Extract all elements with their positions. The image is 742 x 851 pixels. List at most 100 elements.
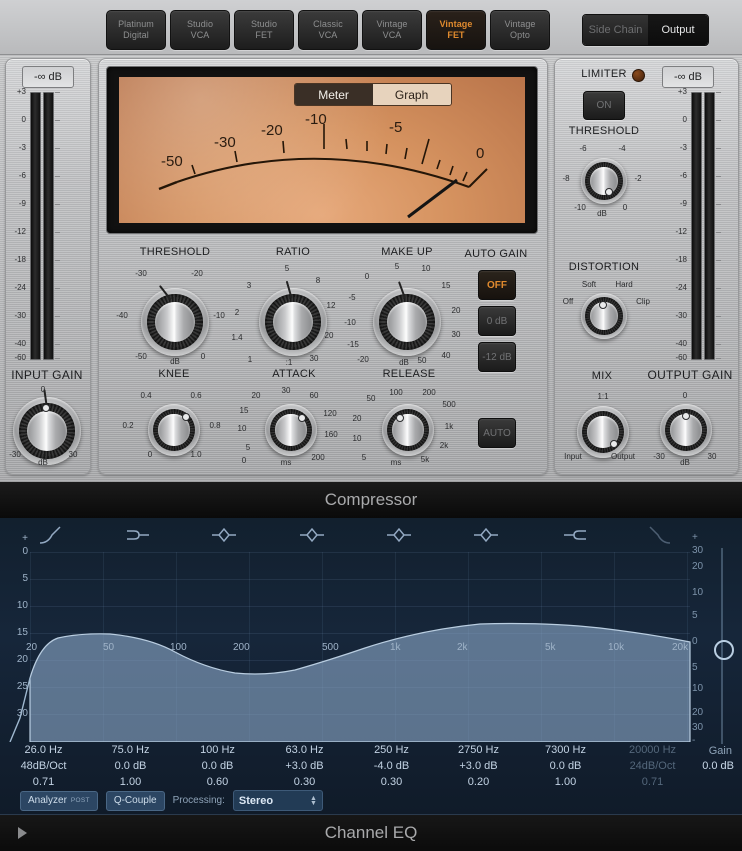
meter-mode-button[interactable]: Meter [294,84,373,105]
vu-tick-3: -10 [305,111,327,128]
eq-band-1-gain[interactable]: 48dB/Oct [0,758,87,774]
output-meter-scale-4: -9 [679,199,687,208]
eq-band-3-peak-icon[interactable] [210,525,238,550]
auto-gain-option-2[interactable]: -12 dB [478,342,516,372]
eq-gain-slider[interactable] [714,548,734,744]
eq-band-6-peak-icon[interactable] [472,525,500,550]
knee-knob[interactable] [148,404,200,456]
eq-band-5-gain[interactable]: -4.0 dB [348,758,435,774]
eq-band-6-gain[interactable]: +3.0 dB [435,758,522,774]
eq-band-5-freq[interactable]: 250 Hz [348,742,435,758]
eq-band-3-freq[interactable]: 100 Hz [174,742,261,758]
eq-freq-tick-5k: 5k [545,642,556,653]
eq-band-3-gain[interactable]: 0.0 dB [174,758,261,774]
input-meter-tick-7 [55,288,60,289]
eq-band-2-lowshelf-icon[interactable] [125,525,153,550]
eq-band-8-lowpass-icon[interactable] [648,525,676,550]
model-tab-vintage-fet[interactable]: Vintage FET [426,10,486,50]
eq-band-7-freq[interactable]: 7300 Hz [522,742,609,758]
attack-knob[interactable] [265,404,317,456]
channel-eq-footer[interactable]: Channel EQ [0,814,742,851]
eq-band-5-peak-icon[interactable] [385,525,413,550]
eq-band-3-q[interactable]: 0.60 [174,774,261,790]
release-tick-5k: 5k [420,455,430,464]
threshold-title: THRESHOLD [139,246,211,258]
ratio-knob[interactable] [259,280,327,356]
meter-graph-toggle[interactable]: Meter Graph [293,83,452,106]
model-tab-studio-fet[interactable]: Studio FET [234,10,294,50]
eq-band-4-gain[interactable]: +3.0 dB [261,758,348,774]
makeup-knob[interactable] [373,281,441,356]
vu-tick-2: -20 [261,122,283,139]
side-chain-button[interactable]: Side Chain [583,15,648,45]
compressor-section: Platinum Digital Studio VCA Studio FET Classic… [0,0,742,482]
auto-release-button[interactable]: AUTO [478,418,516,448]
model-tab-vintage-vca[interactable]: Vintage VCA [362,10,422,50]
release-tick-20: 20 [352,414,362,423]
eq-band-values[interactable]: 26.0 Hz 48dB/Oct 0.71 75.0 Hz 0.0 dB 1.00 100 … [0,742,742,790]
eq-band-2-freq[interactable]: 75.0 Hz [87,742,174,758]
model-tab-vintage-opto[interactable]: Vintage Opto [490,10,550,50]
expand-button[interactable] [8,815,36,851]
model-tab-platinum-digital[interactable]: Platinum Digital [106,10,166,50]
knee-tick-1-0: 1.0 [190,450,202,459]
model-tab-line1: Studio [186,19,214,29]
eq-response-curve[interactable] [0,518,742,742]
eq-band-8-freq[interactable]: 20000 Hz [609,742,696,758]
eq-band-5-q[interactable]: 0.30 [348,774,435,790]
sidechain-output-toggle[interactable]: Side Chain Output [582,14,709,46]
eq-band-4-q[interactable]: 0.30 [261,774,348,790]
eq-band-4-peak-icon[interactable] [298,525,326,550]
mix-tick-output: Output [610,452,635,461]
analyzer-button[interactable]: Analyzer POST [20,790,98,811]
eq-gain-slider-handle[interactable] [714,640,734,660]
release-knob[interactable] [382,404,434,456]
model-tab-studio-vca[interactable]: Studio VCA [170,10,230,50]
eq-band-1-freq[interactable]: 26.0 Hz [0,742,87,758]
output-meter-tick-8 [716,316,721,317]
limiter-threshold-knob[interactable] [581,158,627,204]
model-tab-line1: Vintage [439,19,473,29]
eq-y-left-3: 10 [16,600,28,611]
eq-band-3-values: 100 Hz 0.0 dB 0.60 [174,742,261,790]
ratio-tick-5: 5 [284,264,290,273]
processing-select[interactable]: Stereo ▲ ▼ [232,790,323,811]
output-button[interactable]: Output [648,15,708,45]
eq-band-8-q[interactable]: 0.71 [609,774,696,790]
auto-gain-option-0[interactable]: OFF [478,270,516,300]
eq-freq-tick-20k: 20k [672,642,689,653]
eq-band-8-gain[interactable]: 24dB/Oct [609,758,696,774]
threshold-tick-0: 0 [200,352,206,361]
eq-band-1-highpass-icon[interactable] [38,525,66,550]
compressor-footer[interactable]: Compressor [0,482,742,518]
threshold-knob[interactable] [141,284,209,356]
eq-band-6-freq[interactable]: 2750 Hz [435,742,522,758]
eq-y-right-6: 5 [692,662,698,673]
eq-band-6-q[interactable]: 0.20 [435,774,522,790]
q-couple-button[interactable]: Q-Couple [105,790,165,811]
auto-gain-option-1[interactable]: 0 dB [478,306,516,336]
eq-gain-value[interactable]: 0.0 dB [702,760,734,772]
analyzer-label: Analyzer [28,795,67,806]
output-meter-scale-2: -3 [679,143,687,152]
model-tab-line2: FET [447,30,465,40]
compressor-model-tabs[interactable]: Platinum Digital Studio VCA Studio FET Classic… [106,10,550,50]
vu-meter-display[interactable]: Meter Graph -50 -30 -20 -10 -5 0 [106,66,538,234]
eq-band-7-highshelf-icon[interactable] [560,525,588,550]
limiter-on-button[interactable]: ON [583,91,625,120]
eq-band-1-q[interactable]: 0.71 [0,774,87,790]
release-tick-500: 500 [442,400,456,409]
model-tab-line2: Opto [510,30,530,40]
eq-band-2-q[interactable]: 1.00 [87,774,174,790]
distortion-knob[interactable] [581,293,627,339]
eq-band-7-q[interactable]: 1.00 [522,774,609,790]
eq-band-4-freq[interactable]: 63.0 Hz [261,742,348,758]
graph-mode-button[interactable]: Graph [372,84,451,105]
mix-knob[interactable] [577,406,629,458]
eq-y-right-3: 10 [692,587,704,598]
model-tab-classic-vca[interactable]: Classic VCA [298,10,358,50]
eq-band-2-gain[interactable]: 0.0 dB [87,758,174,774]
eq-band-7-gain[interactable]: 0.0 dB [522,758,609,774]
output-gain-knob[interactable] [660,404,712,456]
vu-tick-1: -30 [214,134,236,151]
